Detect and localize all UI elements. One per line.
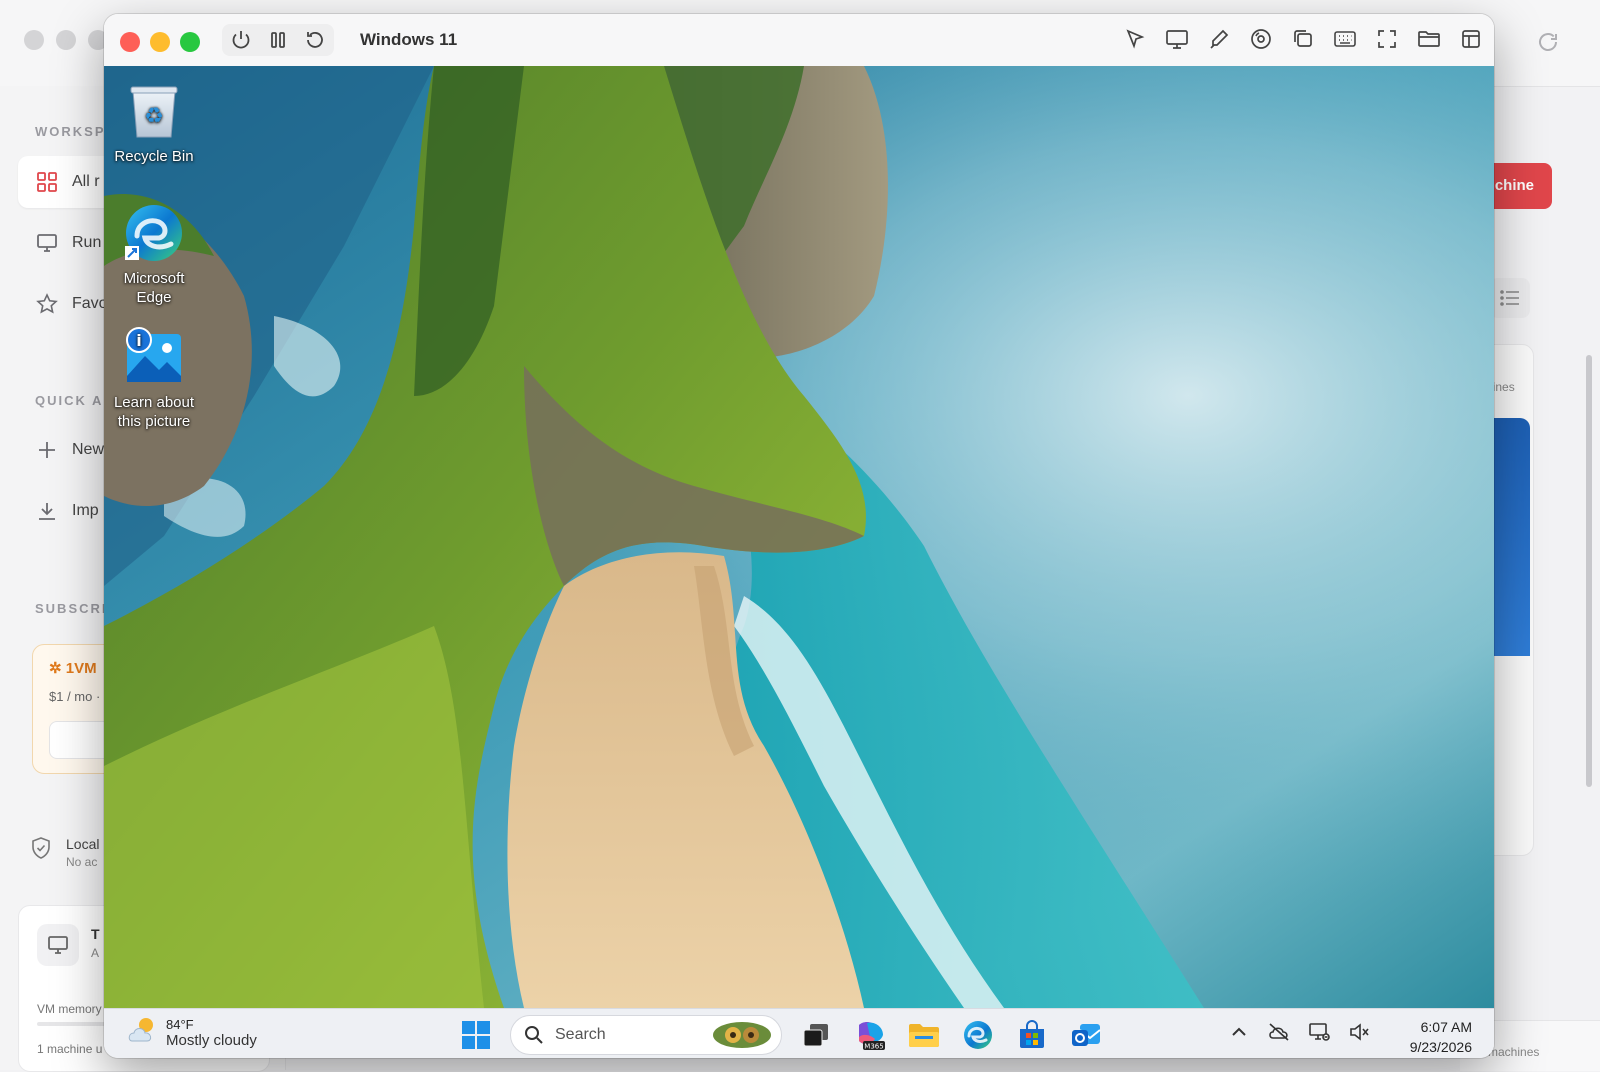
search-icon <box>523 1024 545 1046</box>
edge-icon <box>121 200 187 266</box>
sidebar-item-label: Run <box>72 234 102 251</box>
section-subscription: SUBSCRI <box>35 601 108 616</box>
svg-text:♻: ♻ <box>144 104 164 129</box>
windows-desktop[interactable]: ♻ Recycle Bin Microsoft Edge i Learn abo… <box>104 66 1494 1008</box>
shield-icon <box>30 836 54 860</box>
edge-icon[interactable] <box>958 1016 998 1054</box>
panel-icon[interactable] <box>1458 26 1484 52</box>
local-status: Local No ac <box>30 836 99 869</box>
display-icon[interactable] <box>1164 26 1190 52</box>
host-close-button[interactable] <box>24 30 44 50</box>
volume-mute-icon[interactable] <box>1346 1019 1372 1045</box>
task-view-icon[interactable] <box>796 1016 836 1054</box>
host-minimize-button[interactable] <box>56 30 76 50</box>
keyboard-icon[interactable] <box>1332 26 1358 52</box>
desktop-icon-learn-picture[interactable]: i Learn about this picture <box>104 324 204 432</box>
desktop-icon-label: Learn about this picture <box>113 394 195 430</box>
cloudy-weather-icon <box>126 1015 160 1050</box>
minimize-button[interactable] <box>150 32 170 52</box>
fullscreen-icon[interactable] <box>1374 26 1400 52</box>
network-icon[interactable] <box>1306 1019 1332 1045</box>
vm-window[interactable]: Windows 11 ♻ Recycle Bin Microsoft Edge … <box>104 14 1494 1058</box>
taskbar: 84°F Mostly cloudy Search M365 6:07 AM 9… <box>104 1008 1494 1058</box>
sidebar-item-label: All r <box>72 173 100 190</box>
sparkle-icon: ✲ <box>49 660 62 677</box>
pen-icon[interactable] <box>1206 26 1232 52</box>
power-icon[interactable] <box>229 28 253 52</box>
desktop-icon-recycle-bin[interactable]: ♻ Recycle Bin <box>104 78 204 167</box>
star-icon <box>34 291 60 317</box>
cloud-off-icon[interactable] <box>1266 1019 1292 1045</box>
sidebar-item-label: Imp <box>72 502 99 519</box>
clock-time: 6:07 AM <box>1420 1019 1472 1035</box>
desktop-icon-label: Microsoft Edge <box>123 270 185 306</box>
system-tray <box>1226 1019 1372 1045</box>
vm-control-group <box>222 24 334 56</box>
start-icon[interactable] <box>456 1016 496 1054</box>
outlook-icon[interactable] <box>1066 1016 1106 1054</box>
close-button[interactable] <box>120 32 140 52</box>
monitor-icon <box>34 230 60 256</box>
grid-icon <box>34 169 60 195</box>
refresh-icon[interactable] <box>1536 30 1560 54</box>
search-highlight-icon <box>711 1020 773 1050</box>
clock-date: 9/23/2026 <box>1409 1039 1472 1055</box>
svg-text:i: i <box>136 331 141 350</box>
host-window-controls <box>24 30 108 50</box>
pointer-icon[interactable] <box>1122 26 1148 52</box>
window-icon[interactable] <box>1290 26 1316 52</box>
restart-icon[interactable] <box>303 28 327 52</box>
subscription-price: $1 / mo · <box>49 689 101 704</box>
weather-widget[interactable]: 84°F Mostly cloudy <box>126 1015 257 1050</box>
vm-memory-label: VM memory <box>37 1002 102 1016</box>
search-label: Search <box>555 1026 606 1043</box>
monitor-icon <box>37 924 79 966</box>
store-icon[interactable] <box>1012 1016 1052 1054</box>
list-view-icon[interactable] <box>1490 278 1530 318</box>
sidebar-item-label: Favo <box>72 295 108 312</box>
pause-icon[interactable] <box>266 28 290 52</box>
disc-icon[interactable] <box>1248 26 1274 52</box>
vm-card-subtitle: A <box>91 946 100 960</box>
desktop-wallpaper <box>104 66 1494 1008</box>
vm-title: Windows 11 <box>360 30 458 49</box>
desktop-icon-edge[interactable]: Microsoft Edge <box>104 200 204 308</box>
vm-card-title: T <box>91 926 100 942</box>
scrollbar[interactable] <box>1586 355 1592 787</box>
chevron-up-icon[interactable] <box>1226 1019 1252 1045</box>
sidebar-item-label: New <box>72 441 105 458</box>
plus-icon <box>34 437 60 463</box>
taskbar-search[interactable]: Search <box>510 1015 782 1055</box>
taskbar-apps: Search M365 <box>456 1015 1106 1055</box>
weather-desc: Mostly cloudy <box>166 1031 257 1049</box>
m365-icon[interactable]: M365 <box>850 1016 890 1054</box>
local-title: Local <box>66 836 100 852</box>
download-icon <box>34 498 60 524</box>
weather-temp: 84°F <box>166 1016 194 1032</box>
vm-count: 1 machine u <box>37 1042 103 1056</box>
file-explorer-icon[interactable] <box>904 1016 944 1054</box>
vm-titlebar[interactable]: Windows 11 <box>104 14 1494 67</box>
section-quick-actions: QUICK A <box>35 393 104 408</box>
subscription-title: ✲ 1VM <box>49 660 97 677</box>
svg-text:M365: M365 <box>864 1043 883 1051</box>
learn-picture-icon: i <box>121 324 187 390</box>
window-controls <box>120 32 200 52</box>
taskbar-clock[interactable]: 6:07 AM 9/23/2026 <box>1410 1017 1472 1057</box>
recycle-bin-icon: ♻ <box>121 78 187 144</box>
zoom-button[interactable] <box>180 32 200 52</box>
local-subtitle: No ac <box>66 855 98 869</box>
folder-icon[interactable] <box>1416 26 1442 52</box>
desktop-icon-label: Recycle Bin <box>114 148 194 165</box>
vm-toolbar <box>1122 26 1484 52</box>
